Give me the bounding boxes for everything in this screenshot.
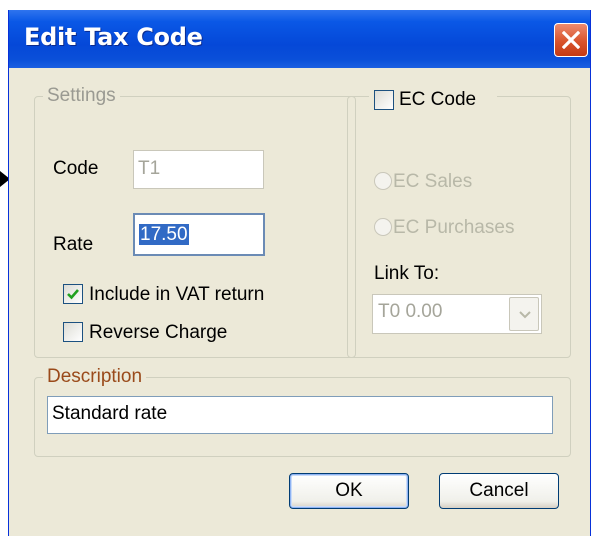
ec-sales-radio[interactable]	[374, 172, 392, 190]
checkmark-icon	[67, 289, 79, 300]
rate-label: Rate	[53, 234, 94, 255]
ec-code-toggle[interactable]: EC Code	[369, 88, 497, 112]
description-field[interactable]: Standard rate	[47, 396, 553, 434]
close-button[interactable]	[554, 23, 588, 57]
ok-button[interactable]: OK	[289, 473, 409, 509]
ec-code-label[interactable]: EC Code	[399, 89, 476, 111]
title-bar[interactable]: Edit Tax Code	[9, 10, 590, 68]
include-vat-checkbox[interactable]	[63, 284, 83, 304]
include-vat-label[interactable]: Include in VAT return	[89, 284, 264, 306]
rate-field[interactable]: 17.50	[133, 213, 265, 256]
chevron-down-icon	[519, 311, 531, 319]
code-value: T1	[138, 158, 161, 179]
ec-purchases-label[interactable]: EC Purchases	[393, 217, 514, 239]
reverse-charge-checkbox[interactable]	[63, 322, 83, 342]
link-to-dropdown-button[interactable]	[509, 297, 539, 331]
code-label: Code	[53, 158, 99, 179]
description-group-label: Description	[43, 365, 147, 389]
rate-value: 17.50	[139, 224, 189, 245]
code-field[interactable]: T1	[133, 150, 264, 189]
link-to-value: T0 0.00	[378, 301, 443, 322]
settings-group-label: Settings	[43, 84, 120, 108]
cancel-button[interactable]: Cancel	[439, 473, 559, 509]
reverse-charge-label[interactable]: Reverse Charge	[89, 322, 227, 344]
dialog-title: Edit Tax Code	[24, 23, 203, 51]
close-icon	[562, 31, 580, 49]
ec-purchases-radio[interactable]	[374, 218, 392, 236]
link-to-select[interactable]: T0 0.00	[372, 294, 542, 334]
link-to-label: Link To:	[374, 263, 440, 284]
description-value: Standard rate	[52, 403, 168, 424]
edit-tax-code-dialog: Edit Tax Code Settings Code T1 Rate 17.5…	[8, 10, 591, 536]
ec-code-checkbox[interactable]	[374, 90, 394, 110]
ec-sales-label[interactable]: EC Sales	[393, 171, 472, 193]
